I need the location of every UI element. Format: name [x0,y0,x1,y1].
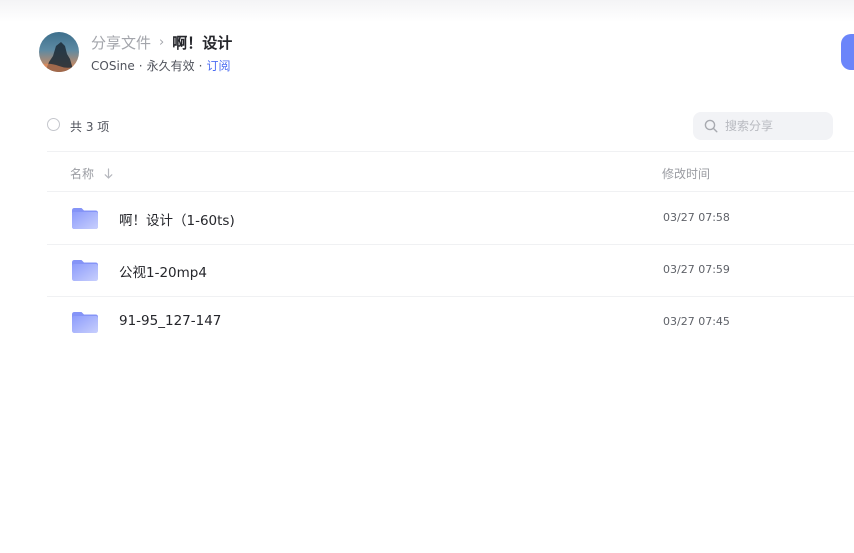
file-modified-time: 03/27 07:58 [663,211,730,224]
item-count: 共 3 项 [70,120,110,134]
file-modified-time: 03/27 07:45 [663,315,730,328]
file-name[interactable]: 啊！设计（1-60ts) [119,209,235,229]
search-input[interactable] [725,119,820,133]
table-row[interactable]: 啊！设计（1-60ts) 03/27 07:58 [47,192,854,244]
breadcrumb-separator-icon: › [159,34,165,50]
column-header-modified-time[interactable]: 修改时间 [662,165,710,182]
file-name[interactable]: 91-95_127-147 [119,313,221,329]
avatar-image [39,42,79,72]
separator-dot: · [198,59,203,73]
share-page: 分享文件 › 啊！设计 COSine·永久有效·订阅 共 3 项 名称 修改时间 [0,0,854,553]
owner-name: COSine [91,59,135,73]
sort-arrow-down-icon[interactable] [104,168,113,179]
column-header-name[interactable]: 名称 [70,165,113,182]
table-divider [47,151,854,152]
folder-icon [72,312,98,333]
select-all-checkbox[interactable] [47,118,60,131]
separator-dot: · [138,59,143,73]
page-title: 啊！设计 [172,33,233,52]
share-info-line: COSine · 永久有效 · 订阅 [91,57,230,74]
validity-label: 永久有效 [146,59,195,73]
breadcrumb: 分享文件 › 啊！设计 [91,31,232,53]
search-icon [704,119,718,133]
subscribe-link[interactable]: 订阅 [206,59,230,73]
folder-icon [72,260,98,281]
search-box[interactable] [693,112,833,140]
file-modified-time: 03/27 07:59 [663,263,730,276]
folder-icon [72,208,98,229]
table-row[interactable]: 公视1-20mp4 03/27 07:59 [47,244,854,296]
column-header-name-label: 名称 [70,167,95,181]
top-bar-shadow [0,0,854,22]
save-to-drive-button[interactable] [841,34,854,70]
file-name[interactable]: 公视1-20mp4 [119,261,207,281]
table-row[interactable]: 91-95_127-147 03/27 07:45 [47,296,854,348]
breadcrumb-shared-files[interactable]: 分享文件 [91,32,151,53]
avatar[interactable] [39,32,79,72]
